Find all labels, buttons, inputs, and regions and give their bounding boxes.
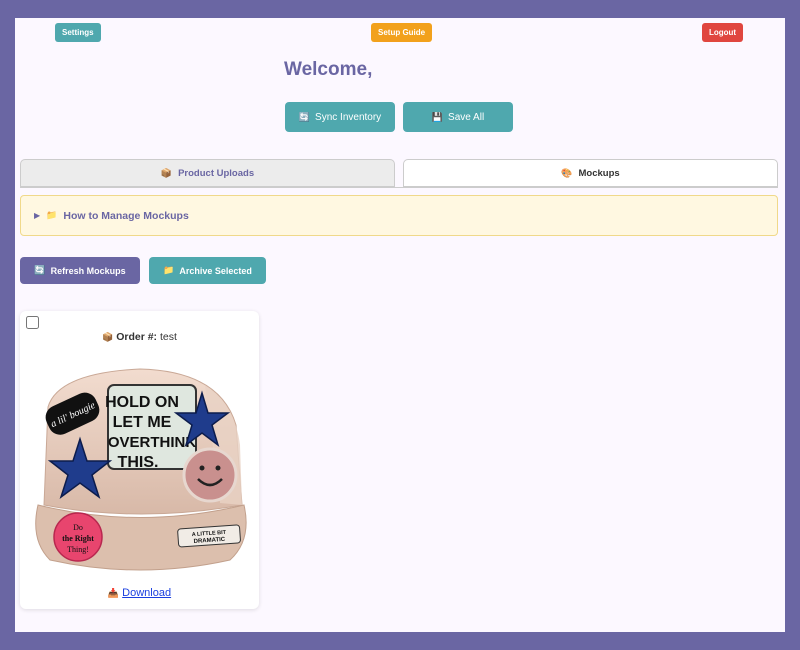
archive-selected-button[interactable]: 📁 Archive Selected	[149, 257, 266, 284]
patch-text-overthink: OVERTHINK	[108, 434, 197, 451]
setup-guide-button[interactable]: Setup Guide	[371, 23, 433, 42]
patch-text-hold-on: HOLD ON	[105, 394, 179, 411]
save-all-button[interactable]: 💾 Save All	[403, 102, 513, 132]
package-icon: 📦	[102, 332, 114, 342]
patch-text-the-right: the Right	[62, 534, 94, 543]
patch-text-thing: Thing!	[67, 545, 89, 554]
sync-inventory-label: Sync Inventory	[315, 111, 382, 123]
refresh-mockups-label: Refresh Mockups	[50, 265, 126, 276]
logout-button[interactable]: Logout	[702, 23, 744, 42]
refresh-icon: 🔄	[34, 265, 46, 275]
mockup-card: 📦 Order #: test HOLD ON LET ME OVERTHINK…	[20, 311, 259, 609]
patch-text-do: Do	[73, 523, 83, 532]
mockup-image: HOLD ON LET ME OVERTHINK THIS. a lil' bo…	[35, 368, 247, 571]
floppy-disk-icon: 💾	[431, 111, 444, 122]
save-all-label: Save All	[448, 111, 485, 123]
settings-button[interactable]: Settings	[55, 23, 101, 42]
folder-icon: 📁	[46, 210, 58, 220]
sync-inventory-button[interactable]: 🔄 Sync Inventory	[285, 102, 395, 132]
folder-icon: 📁	[163, 265, 175, 275]
package-icon: 📦	[160, 167, 173, 178]
palette-icon: 🎨	[561, 167, 573, 178]
tab-divider	[20, 187, 778, 188]
tab-product-uploads-label: Product Uploads	[178, 167, 255, 179]
main-panel: Settings Setup Guide Logout Welcome, 🔄 S…	[15, 18, 785, 632]
download-icon: 📥	[107, 588, 120, 598]
tab-product-uploads[interactable]: 📦 Product Uploads	[20, 159, 395, 187]
tab-mockups-label: Mockups	[578, 167, 620, 179]
order-value: test	[159, 331, 177, 343]
sync-icon: 🔄	[298, 111, 311, 122]
refresh-mockups-button[interactable]: 🔄 Refresh Mockups	[20, 257, 140, 284]
smiley-patch	[182, 447, 238, 503]
tab-mockups[interactable]: 🎨 Mockups	[403, 159, 778, 187]
disclosure-triangle-icon: ▶	[34, 211, 41, 220]
download-link[interactable]: Download	[122, 587, 171, 599]
help-accordion-label: How to Manage Mockups	[63, 209, 189, 222]
welcome-heading: Welcome,	[284, 59, 373, 80]
patch-text-let-me: LET ME	[113, 414, 172, 431]
mockup-select-checkbox[interactable]	[26, 316, 39, 329]
archive-selected-label: Archive Selected	[179, 265, 252, 276]
order-label: Order #:	[116, 331, 158, 343]
patch-text-this: THIS.	[118, 454, 159, 471]
help-accordion[interactable]: ▶ 📁 How to Manage Mockups	[20, 195, 778, 236]
download-link-row: 📥 Download	[20, 587, 259, 599]
order-info: 📦 Order #: test	[20, 331, 259, 343]
